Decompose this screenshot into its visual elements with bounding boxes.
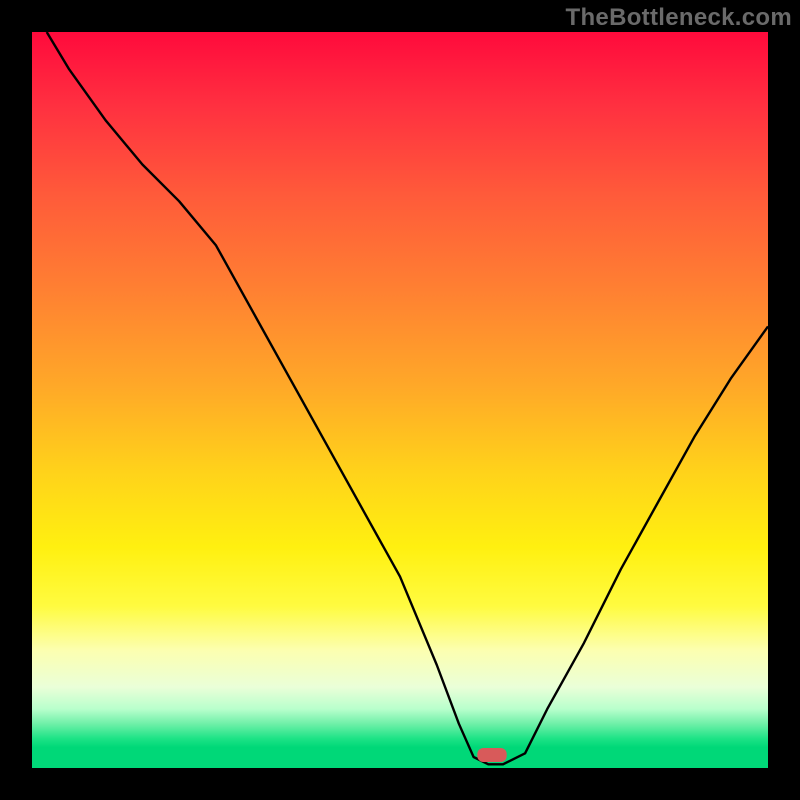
optimum-marker: [477, 748, 506, 762]
plot-area: [32, 32, 768, 768]
chart-frame: TheBottleneck.com: [0, 0, 800, 800]
curve-layer: [32, 32, 768, 768]
bottleneck-curve: [47, 32, 768, 764]
watermark-text: TheBottleneck.com: [566, 4, 792, 32]
